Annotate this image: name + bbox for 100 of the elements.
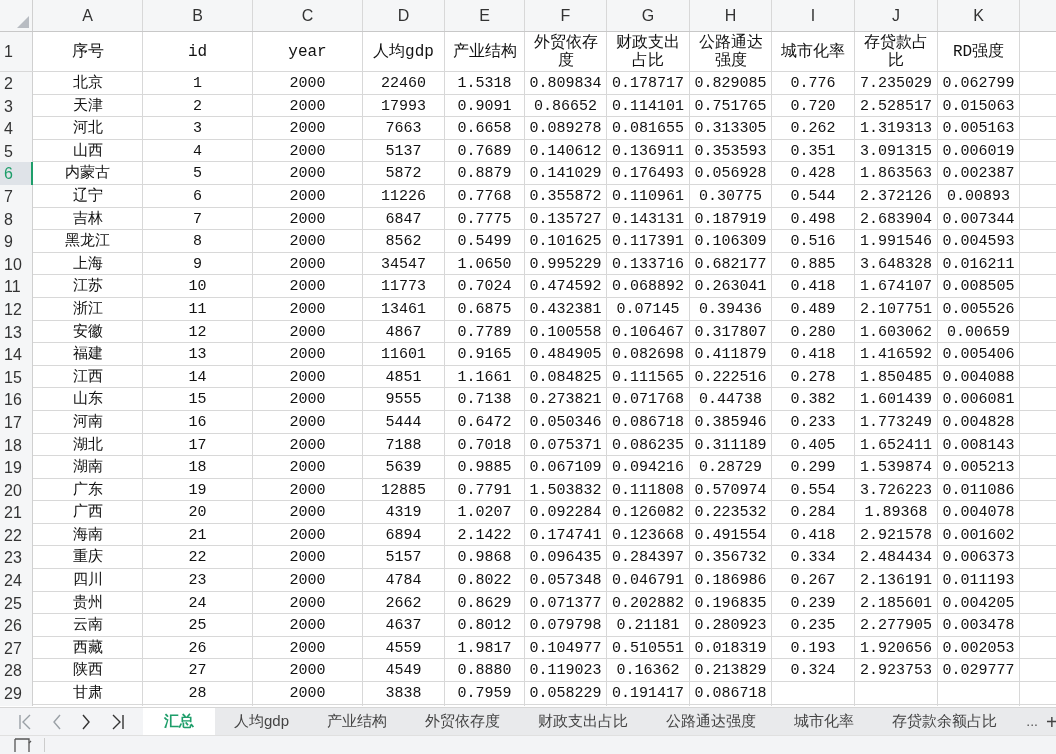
table-cell: 7188 bbox=[385, 436, 422, 455]
table-cell: 0.16362 bbox=[616, 662, 680, 681]
column-header[interactable]: D bbox=[363, 0, 445, 31]
row-header[interactable]: 9 bbox=[0, 230, 33, 255]
row-header[interactable]: 13 bbox=[0, 320, 33, 345]
column-header[interactable]: H bbox=[690, 0, 772, 31]
table-cell: 0.174741 bbox=[529, 526, 602, 545]
table-cell: 4559 bbox=[385, 639, 422, 658]
column-header[interactable]: B bbox=[143, 0, 253, 31]
table-cell: 3838 bbox=[385, 685, 422, 704]
table-cell: 0.418 bbox=[790, 278, 836, 297]
column-header[interactable]: K bbox=[938, 0, 1020, 31]
table-cell: 0.7789 bbox=[457, 323, 512, 342]
column-header[interactable]: E bbox=[445, 0, 525, 31]
row-header[interactable]: 5 bbox=[0, 139, 33, 164]
sheet-tab[interactable]: 外贸依存度 bbox=[406, 708, 520, 735]
table-cell: 广东 bbox=[72, 481, 103, 500]
table-cell: 2000 bbox=[289, 323, 326, 342]
table-cell: 0.829085 bbox=[694, 75, 767, 93]
row-header[interactable]: 8 bbox=[0, 207, 33, 232]
column-header[interactable]: I bbox=[772, 0, 855, 31]
last-sheet-icon[interactable] bbox=[111, 713, 126, 730]
row-header[interactable]: 18 bbox=[0, 433, 33, 458]
table-cell: 0.071377 bbox=[529, 594, 602, 613]
row-header[interactable]: 1 bbox=[0, 32, 33, 71]
table-cell: 0.5499 bbox=[457, 233, 512, 252]
table-cell: 0.21181 bbox=[616, 617, 680, 636]
table-cell: 0.011086 bbox=[942, 481, 1015, 500]
row-header[interactable]: 19 bbox=[0, 456, 33, 481]
table-cell: 2.683904 bbox=[860, 210, 932, 229]
table-cell: 0.005526 bbox=[942, 300, 1015, 319]
row-header[interactable]: 3 bbox=[0, 94, 33, 119]
table-cell: 11773 bbox=[381, 278, 426, 297]
column-title: 序号 bbox=[71, 42, 104, 61]
table-cell: 0.284 bbox=[790, 504, 836, 523]
table-cell: 11 bbox=[188, 300, 207, 319]
row-header[interactable]: 21 bbox=[0, 501, 33, 526]
table-cell: 2000 bbox=[289, 662, 326, 681]
row-header[interactable]: 2 bbox=[0, 72, 33, 96]
sheet-tab[interactable]: 产业结构 bbox=[308, 708, 407, 735]
row-header[interactable]: 20 bbox=[0, 478, 33, 503]
row-header[interactable]: 15 bbox=[0, 365, 33, 390]
table-cell: 0.223532 bbox=[694, 504, 767, 523]
table-cell: 2662 bbox=[385, 594, 422, 613]
sheet-tab[interactable]: 公路通达强度 bbox=[647, 708, 776, 735]
row-header[interactable]: 26 bbox=[0, 614, 33, 639]
table-cell: 21 bbox=[188, 526, 207, 545]
table-cell: 2.277905 bbox=[860, 617, 932, 636]
row-header[interactable]: 14 bbox=[0, 343, 33, 368]
table-cell: 江西 bbox=[72, 368, 103, 387]
table-cell: 0.004205 bbox=[942, 594, 1015, 613]
table-cell: 0.050346 bbox=[529, 413, 602, 432]
table-cell: 28 bbox=[188, 685, 207, 704]
previous-sheet-icon[interactable] bbox=[51, 713, 62, 730]
table-cell: 0.324 bbox=[790, 662, 836, 681]
table-cell: 1.9817 bbox=[457, 639, 512, 658]
table-cell: 1.773249 bbox=[860, 413, 932, 432]
table-cell: 6847 bbox=[385, 210, 422, 229]
table-cell: 0.057348 bbox=[529, 572, 602, 591]
table-cell: 2000 bbox=[289, 300, 326, 319]
row-header[interactable]: 22 bbox=[0, 523, 33, 548]
row-header[interactable]: 23 bbox=[0, 546, 33, 571]
row-header[interactable]: 4 bbox=[0, 117, 33, 142]
table-cell: 0.86652 bbox=[534, 97, 597, 116]
table-cell: 北京 bbox=[72, 75, 103, 93]
sheet-tab[interactable]: 城市化率 bbox=[775, 708, 874, 735]
table-cell: 0.405 bbox=[790, 436, 836, 455]
table-cell: 0.119023 bbox=[529, 662, 602, 681]
row-header[interactable]: 27 bbox=[0, 636, 33, 661]
row-header[interactable]: 12 bbox=[0, 297, 33, 322]
row-header[interactable]: 17 bbox=[0, 410, 33, 435]
table-cell: 2000 bbox=[289, 594, 326, 613]
row-header[interactable]: 29 bbox=[0, 682, 33, 707]
table-cell: 0.8880 bbox=[457, 662, 512, 681]
add-sheet-button[interactable]: + bbox=[1042, 708, 1056, 735]
table-cell: 1.850485 bbox=[860, 368, 932, 387]
more-tabs-button[interactable]: ... bbox=[1022, 708, 1042, 735]
sheet-tab[interactable]: 财政支出占比 bbox=[519, 708, 648, 735]
table-cell: 0.263041 bbox=[694, 278, 767, 297]
row-header[interactable]: 7 bbox=[0, 184, 33, 209]
table-cell: 2000 bbox=[289, 549, 326, 568]
row-header[interactable]: 24 bbox=[0, 569, 33, 594]
table-cell: 0.720 bbox=[790, 97, 836, 116]
row-header[interactable]: 16 bbox=[0, 388, 33, 413]
column-header[interactable]: A bbox=[33, 0, 143, 31]
row-header[interactable]: 28 bbox=[0, 659, 33, 684]
table-cell: 15 bbox=[188, 391, 207, 410]
column-header[interactable]: F bbox=[525, 0, 607, 31]
table-cell: 0.809834 bbox=[529, 75, 602, 93]
column-header[interactable]: J bbox=[855, 0, 938, 31]
sheet-tab[interactable]: 人均gdp bbox=[215, 708, 309, 735]
row-header[interactable]: 10 bbox=[0, 252, 33, 277]
sheet-tab[interactable]: 存贷款余额占比 bbox=[873, 708, 1017, 735]
next-sheet-icon[interactable] bbox=[81, 713, 92, 730]
column-header[interactable]: C bbox=[253, 0, 363, 31]
row-header[interactable]: 11 bbox=[0, 275, 33, 300]
first-sheet-icon[interactable] bbox=[17, 713, 32, 730]
column-header[interactable]: G bbox=[607, 0, 690, 31]
row-header[interactable]: 25 bbox=[0, 591, 33, 616]
table-cell: 福建 bbox=[72, 346, 103, 365]
